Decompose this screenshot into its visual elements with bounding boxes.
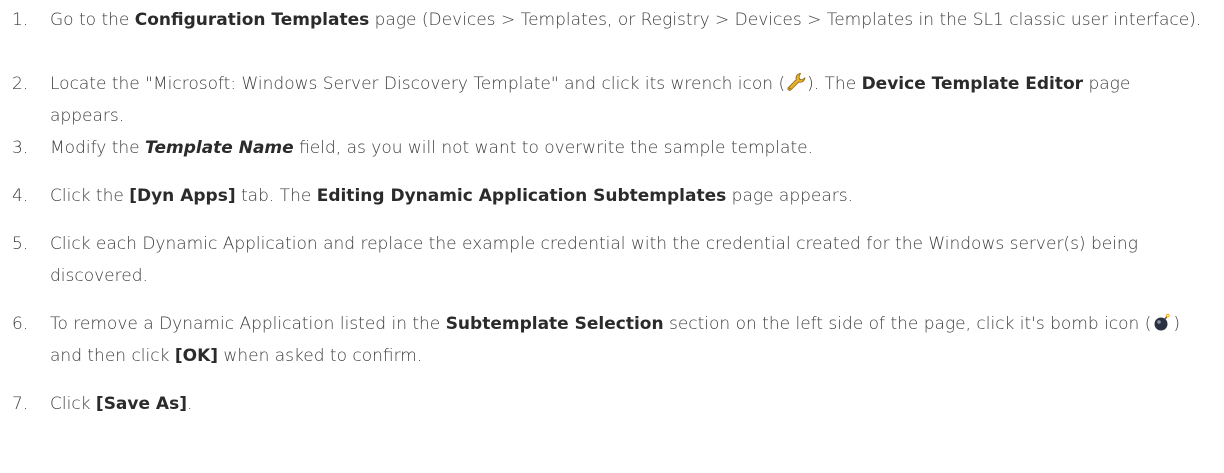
step-text-part: . (186, 394, 193, 414)
step-5: 5. Click each Dynamic Application and re… (12, 228, 1208, 292)
step-text: Go to the Configuration Templates page (… (50, 4, 1208, 36)
step-7: 7. Click [Save As]. (12, 388, 1208, 420)
wrench-icon (787, 73, 806, 91)
step-text-part: field, as you will not want to overwrite… (293, 138, 813, 158)
step-text-part: section on the left side of the page, cl… (663, 314, 1152, 334)
dyn-apps-tab-label: [Dyn Apps] (129, 186, 236, 206)
step-number: 7. (12, 394, 29, 414)
step-number: 2. (12, 74, 29, 94)
step-text-part: page (Devices > Templates, or Registry >… (369, 10, 1202, 30)
step-6: 6. To remove a Dynamic Application liste… (12, 308, 1208, 372)
step-2: 2. Locate the "Microsoft: Windows Server… (12, 68, 1208, 132)
save-as-button-label: [Save As] (95, 394, 187, 414)
step-text-part: ). The (807, 74, 862, 94)
step-text-part: Click the (50, 186, 130, 206)
bomb-icon (1154, 313, 1170, 331)
device-template-editor-label: Device Template Editor (861, 74, 1084, 94)
editing-dynamic-application-subtemplates-label: Editing Dynamic Application Subtemplates (316, 186, 727, 206)
step-text-part: Click (50, 394, 96, 414)
step-number: 3. (12, 138, 29, 158)
step-text: Click [Save As]. (50, 388, 1208, 420)
step-text-part: Locate the "Microsoft: Windows Server Di… (50, 74, 786, 94)
template-name-field-label: Template Name (145, 138, 294, 158)
step-text: Click each Dynamic Application and repla… (50, 228, 1208, 292)
step-text-part: tab. The (235, 186, 317, 206)
step-number: 6. (12, 314, 29, 334)
step-number: 5. (12, 234, 29, 254)
configuration-templates-label: Configuration Templates (134, 10, 370, 30)
step-text: Locate the "Microsoft: Windows Server Di… (50, 68, 1208, 132)
ok-button-label: [OK] (174, 346, 219, 366)
step-text-part: Click each Dynamic Application and repla… (50, 234, 1138, 286)
step-text-part: page appears. (726, 186, 854, 206)
step-text-part: when asked to confirm. (218, 346, 423, 366)
step-4: 4. Click the [Dyn Apps] tab. The Editing… (12, 180, 1208, 212)
step-text-part: Go to the (50, 10, 135, 30)
step-1: 1. Go to the Configuration Templates pag… (12, 4, 1208, 36)
step-text-part: To remove a Dynamic Application listed i… (50, 314, 446, 334)
step-number: 4. (12, 186, 29, 206)
step-text: To remove a Dynamic Application listed i… (50, 308, 1208, 372)
step-text-part: Modify the (50, 138, 146, 158)
step-text: Modify the Template Name field, as you w… (50, 132, 1208, 164)
step-text: Click the [Dyn Apps] tab. The Editing Dy… (50, 180, 1208, 212)
step-number: 1. (12, 10, 29, 30)
step-3: 3. Modify the Template Name field, as yo… (12, 132, 1208, 164)
subtemplate-selection-label: Subtemplate Selection (445, 314, 664, 334)
